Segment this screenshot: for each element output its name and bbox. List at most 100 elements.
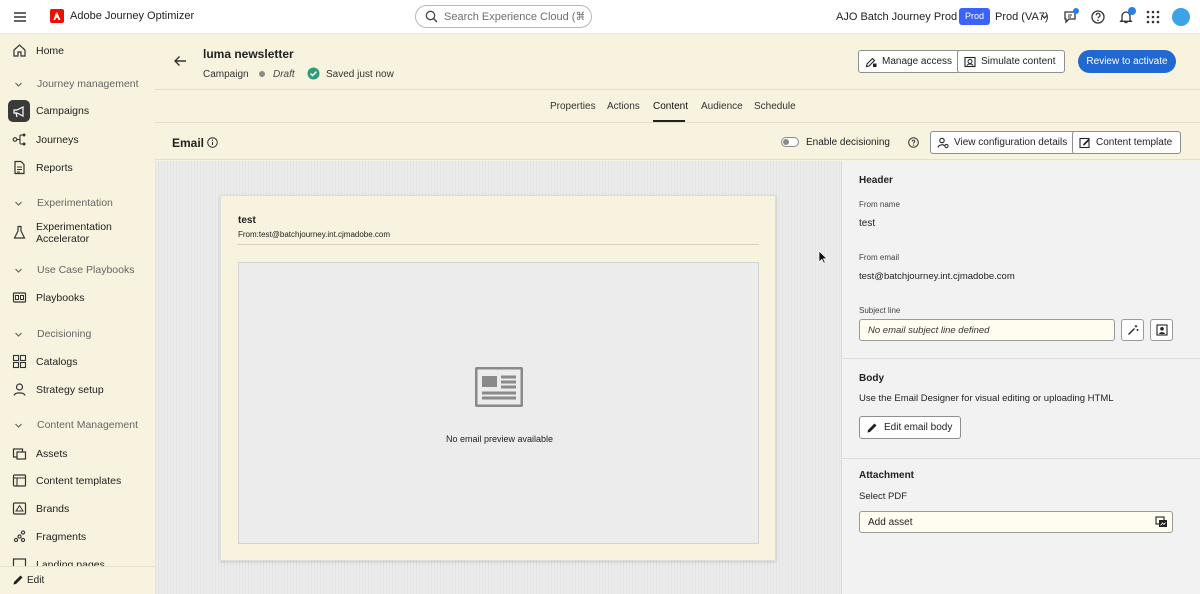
content-template-button[interactable]: Content template — [1072, 131, 1182, 154]
campaign-type: Campaign — [203, 69, 249, 80]
chevron-down-icon — [15, 82, 22, 87]
search-input[interactable] — [444, 10, 584, 23]
sidebar-edit[interactable]: Edit — [0, 566, 155, 594]
sidebar-group-journey-management[interactable]: Journey management — [0, 78, 155, 90]
magic-wand-icon — [1127, 325, 1138, 335]
sidebar-group-experimentation[interactable]: Experimentation — [0, 197, 155, 209]
menu-icon[interactable] — [13, 10, 27, 24]
add-asset-input[interactable] — [859, 511, 1173, 533]
user-avatar[interactable] — [1172, 8, 1190, 26]
brand-icon — [12, 502, 27, 515]
sidebar-item-label: Experimentation — [36, 221, 112, 233]
sidebar-item-content-templates[interactable]: Content templates — [0, 474, 155, 488]
email-body-preview: No email preview available — [238, 262, 759, 544]
from-email-value: test@batchjourney.int.cjmadobe.com — [859, 271, 1015, 282]
view-configuration-details-button[interactable]: View configuration details — [930, 131, 1077, 154]
sidebar-item-label: Home — [36, 45, 65, 57]
sidebar-item-experimentation-accelerator[interactable]: Experimentation Accelerator — [0, 220, 155, 246]
chevron-down-icon — [15, 268, 22, 273]
from-email-label: From email — [859, 253, 900, 262]
tab-content[interactable]: Content — [653, 101, 688, 112]
divider — [237, 244, 759, 245]
email-preview-card: test From:test@batchjourney.int.cjmadobe… — [220, 195, 776, 561]
pencil-icon — [13, 575, 23, 585]
flask-icon — [13, 225, 26, 239]
journey-icon — [12, 133, 26, 146]
review-to-activate-button[interactable]: Review to activate — [1078, 50, 1176, 73]
select-pdf-label: Select PDF — [859, 491, 908, 502]
body-section-title: Body — [859, 373, 884, 384]
notification-badge — [1128, 7, 1136, 15]
sidebar-item-label: Assets — [36, 448, 68, 460]
sidebar-item-brands[interactable]: Brands — [0, 502, 155, 516]
sidebar-item-home[interactable]: Home — [0, 44, 155, 58]
sidebar-group-label: Content Management — [37, 419, 138, 431]
search-icon — [425, 10, 438, 23]
catalog-icon — [12, 354, 27, 369]
sidebar-item-fragments[interactable]: Fragments — [0, 530, 155, 544]
sidebar-item-label: Strategy setup — [36, 384, 104, 396]
sidebar-item-label: Accelerator — [36, 233, 90, 245]
sidebar-item-reports[interactable]: Reports — [0, 160, 155, 175]
sidebar-item-journeys[interactable]: Journeys — [0, 133, 155, 147]
chevron-down-icon — [15, 332, 22, 337]
playbook-icon — [12, 292, 27, 303]
help-icon[interactable] — [1090, 9, 1106, 25]
decisioning-toggle[interactable] — [781, 137, 799, 147]
global-search[interactable] — [415, 5, 592, 28]
campaign-title: luma newsletter — [203, 47, 294, 61]
fragments-icon — [13, 530, 26, 543]
edit-email-body-button[interactable]: Edit email body — [859, 416, 962, 439]
simulate-content-button[interactable]: Simulate content — [957, 50, 1065, 73]
asset-picker-icon[interactable] — [1155, 516, 1168, 528]
tab-audience[interactable]: Audience — [701, 101, 743, 112]
adobe-logo-icon — [50, 9, 64, 23]
app-name: Adobe Journey Optimizer — [70, 10, 195, 22]
sidebar-item-assets[interactable]: Assets — [0, 447, 155, 461]
tab-actions[interactable]: Actions — [607, 101, 640, 112]
header-section-title: Header — [859, 175, 893, 186]
manage-access-button[interactable]: Manage access — [858, 50, 962, 73]
pencil-icon — [867, 423, 877, 432]
sidebar-group-use-case-playbooks[interactable]: Use Case Playbooks — [0, 264, 155, 276]
tab-schedule[interactable]: Schedule — [754, 101, 796, 112]
status-dot — [259, 71, 265, 77]
sidebar-item-label: Content templates — [36, 475, 122, 487]
sidebar-item-campaigns[interactable]: Campaigns — [0, 100, 155, 122]
sidebar-item-strategy-setup[interactable]: Strategy setup — [0, 383, 155, 397]
app-brand[interactable]: Adobe Journey Optimizer — [50, 9, 194, 23]
sidebar-group-decisioning[interactable]: Decisioning — [0, 328, 155, 340]
help-icon[interactable] — [908, 137, 919, 148]
chevron-down-icon[interactable] — [1040, 12, 1049, 21]
megaphone-icon — [13, 106, 24, 118]
apps-grid-icon[interactable] — [1145, 9, 1161, 25]
subject-line-input[interactable] — [859, 319, 1115, 341]
back-arrow-icon[interactable] — [173, 54, 187, 68]
sidebar-item-playbooks[interactable]: Playbooks — [0, 291, 155, 305]
sidebar-group-label: Use Case Playbooks — [37, 264, 135, 276]
preview-from-line: From:test@batchjourney.int.cjmadobe.com — [238, 230, 391, 239]
campaign-status: Draft — [273, 69, 295, 80]
sidebar-group-label: Decisioning — [37, 328, 92, 340]
body-description: Use the Email Designer for visual editin… — [859, 393, 1114, 404]
sidebar-item-label: Reports — [36, 162, 73, 174]
org-name[interactable]: AJO Batch Journey Prod — [836, 11, 957, 23]
chevron-down-icon — [15, 201, 22, 206]
active-tab-indicator — [653, 120, 685, 122]
simulate-icon — [964, 56, 976, 67]
chevron-down-icon — [15, 423, 22, 428]
sidebar-group-content-management[interactable]: Content Management — [0, 419, 155, 431]
personalization-button[interactable] — [1150, 319, 1173, 341]
sidebar-item-label: Campaigns — [36, 105, 90, 117]
sidebar-item-catalogs[interactable]: Catalogs — [0, 354, 155, 369]
template-edit-icon — [1079, 137, 1090, 148]
ai-generate-button[interactable] — [1121, 319, 1144, 341]
edit-email-body-label: Edit email body — [884, 422, 953, 433]
subject-line-label: Subject line — [859, 306, 901, 315]
decisioning-label: Enable decisioning — [806, 137, 890, 148]
sidebar-group-label: Journey management — [37, 78, 139, 90]
info-icon[interactable] — [207, 137, 218, 148]
edit-label: Edit — [27, 575, 45, 586]
user-settings-icon — [937, 137, 949, 148]
tab-properties[interactable]: Properties — [550, 101, 596, 112]
